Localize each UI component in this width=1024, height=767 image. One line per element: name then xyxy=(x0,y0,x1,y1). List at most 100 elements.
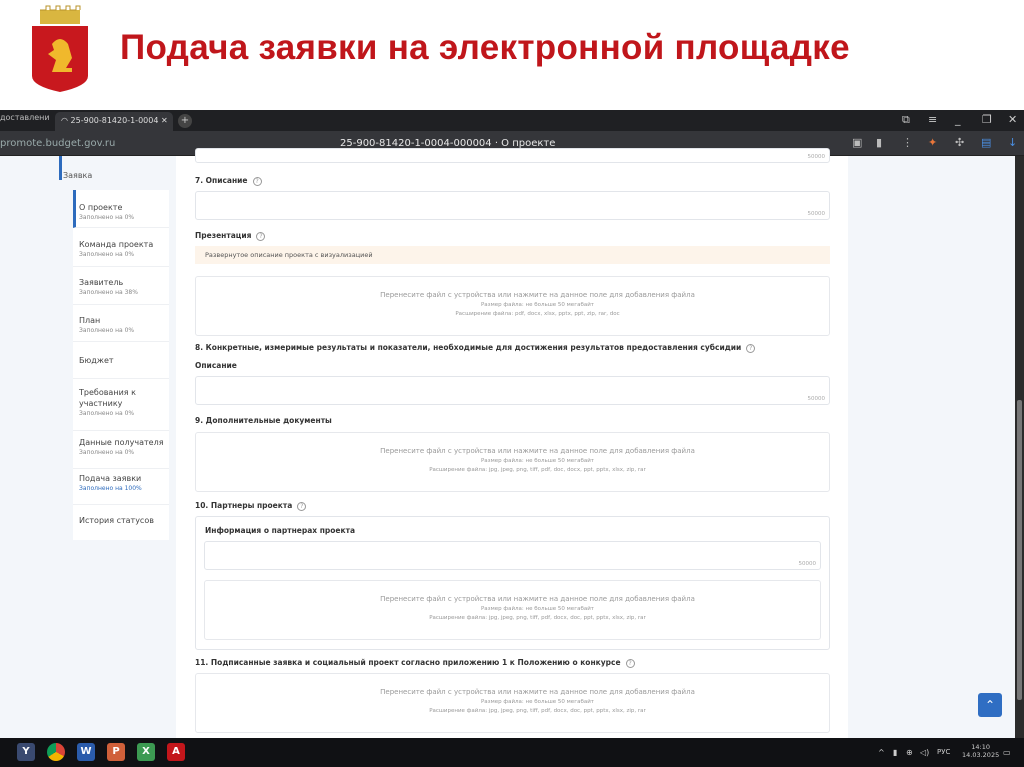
drop-size: Размер файла: не больше 50 мегабайт xyxy=(480,699,594,705)
powerpoint-icon[interactable]: P xyxy=(107,743,125,761)
char-counter: 50000 xyxy=(807,154,826,160)
sidebar-item-history[interactable]: История статусов xyxy=(73,505,169,540)
tab-label: 25-900-81420-1-0004 xyxy=(70,116,159,125)
drop-size: Размер файла: не больше 50 мегабайт xyxy=(480,302,594,308)
sidebar-item-requirements[interactable]: Требования к участнику Заполнено на 0% xyxy=(73,379,169,431)
drop-size: Размер файла: не больше 50 мегабайт xyxy=(480,606,594,612)
word-icon[interactable]: W xyxy=(77,743,95,761)
item-label: Бюджет xyxy=(79,356,114,365)
item-status: Заполнено на 0% xyxy=(79,449,135,456)
tab-active[interactable]: ◠ 25-900-81420-1-0004 ✕ xyxy=(55,112,173,131)
restore-icon[interactable]: ❐ xyxy=(982,113,992,126)
item-label: О проекте xyxy=(79,203,123,212)
label-text: 8. Конкретные, измеримые результаты и по… xyxy=(195,343,742,352)
item-status: Заполнено на 0% xyxy=(79,327,135,334)
item-label: Требования к участнику xyxy=(79,388,136,408)
document-icon[interactable]: ▤ xyxy=(981,136,991,149)
tray-expand-icon[interactable]: ^ xyxy=(878,748,885,757)
menu-icon[interactable]: ≡ xyxy=(928,113,937,126)
label-text: Презентация xyxy=(195,231,252,240)
scroll-to-top-button[interactable]: ⌃ xyxy=(978,693,1002,717)
partners-info-label: Информация о партнерах проекта xyxy=(205,526,356,535)
help-icon[interactable]: ? xyxy=(297,501,307,511)
section-9-label: 9. Дополнительные документы xyxy=(195,416,332,425)
results-textarea[interactable]: 50000 xyxy=(195,376,830,405)
sidebar-header[interactable]: Заявка xyxy=(63,171,92,180)
signed-application-dropzone[interactable]: Перенесите файл с устройства или нажмите… xyxy=(195,673,830,733)
microphone-icon[interactable]: ▮ xyxy=(893,748,897,757)
documents-dropzone[interactable]: Перенесите файл с устройства или нажмите… xyxy=(195,432,830,492)
slide-title: Подача заявки на электронной площадке xyxy=(120,28,850,67)
volume-icon[interactable]: ◁) xyxy=(920,748,929,757)
excel-icon[interactable]: X xyxy=(137,743,155,761)
clock[interactable]: 14:10 14.03.2025 xyxy=(962,743,999,759)
sidebar-item-recipient[interactable]: Данные получателя Заполнено на 0% xyxy=(73,431,169,469)
item-label: Команда проекта xyxy=(79,240,154,249)
item-label: Заявитель xyxy=(79,278,124,287)
item-status: Заполнено на 38% xyxy=(79,289,138,296)
drop-size: Размер файла: не больше 50 мегабайт xyxy=(480,458,594,464)
label-text: 11. Подписанные заявка и социальный прое… xyxy=(195,658,621,667)
drop-ext: Расширение файла: jpg, jpeg, png, tiff, … xyxy=(429,615,646,621)
sidebar-item-plan[interactable]: План Заполнено на 0% xyxy=(73,305,169,342)
help-icon[interactable]: ? xyxy=(256,231,266,241)
help-icon[interactable]: ? xyxy=(625,658,635,668)
sidebar-item-team[interactable]: Команда проекта Заполнено на 0% xyxy=(73,228,169,267)
chrome-icon[interactable] xyxy=(47,743,65,761)
drop-ext: Расширение файла: jpg, jpeg, png, tiff, … xyxy=(429,467,646,473)
label-text: 7. Описание xyxy=(195,176,248,185)
coat-of-arms-logo xyxy=(32,5,88,92)
bookmark-icon[interactable]: ▮ xyxy=(876,136,882,149)
item-label: Данные получателя xyxy=(79,438,164,447)
sidebar-item-budget[interactable]: Бюджет xyxy=(73,342,169,379)
acrobat-icon[interactable]: A xyxy=(167,743,185,761)
sidebar-nav: О проекте Заполнено на 0% Команда проекта… xyxy=(73,190,169,540)
drop-ext: Расширение файла: pdf, docx, xlsx, pptx,… xyxy=(455,311,620,317)
more-icon[interactable]: ⋮ xyxy=(902,136,913,149)
item-label: План xyxy=(79,316,101,325)
char-counter: 50000 xyxy=(798,561,817,567)
close-window-icon[interactable]: ✕ xyxy=(1008,113,1017,126)
presentation-label: Презентация? xyxy=(195,231,266,241)
sidebar-item-submission[interactable]: Подача заявки Заполнено на 100% xyxy=(73,469,169,505)
partners-textarea[interactable]: 50000 xyxy=(204,541,821,570)
puzzle-icon[interactable]: ✣ xyxy=(955,136,964,149)
loading-icon: ◠ xyxy=(61,116,71,125)
url-text[interactable]: promote.budget.gov.ru xyxy=(0,138,115,149)
help-icon[interactable]: ? xyxy=(746,343,756,353)
help-icon[interactable]: ? xyxy=(252,176,262,186)
scrollbar-thumb[interactable] xyxy=(1017,400,1022,700)
description-textarea[interactable]: 50000 xyxy=(195,191,830,220)
time: 14:10 xyxy=(971,743,990,751)
section-10-label: 10. Партнеры проекта? xyxy=(195,501,307,511)
presentation-hint: Развернутое описание проекта с визуализа… xyxy=(195,246,830,264)
sidebar-item-about[interactable]: О проекте Заполнено на 0% xyxy=(73,190,169,228)
item-status: Заполнено на 0% xyxy=(79,251,135,258)
previous-textarea[interactable]: 50000 xyxy=(195,148,830,163)
partners-dropzone[interactable]: Перенесите файл с устройства или нажмите… xyxy=(204,580,821,640)
language-indicator[interactable]: РУС xyxy=(937,748,950,756)
download-icon[interactable]: ↓ xyxy=(1008,136,1017,149)
minimize-icon[interactable]: _ xyxy=(955,113,961,126)
reader-icon[interactable]: ▣ xyxy=(852,136,862,149)
yandex-browser-icon[interactable]: Y xyxy=(17,743,35,761)
new-tab-button[interactable]: + xyxy=(178,114,192,128)
presentation-dropzone[interactable]: Перенесите файл с устройства или нажмите… xyxy=(195,276,830,336)
item-status: Заполнено на 100% xyxy=(79,485,142,492)
section-8-label: 8. Конкретные, измеримые результаты и по… xyxy=(195,343,756,353)
date: 14.03.2025 xyxy=(962,751,1000,759)
sidebar-active-indicator xyxy=(59,156,62,180)
section-7-label: 7. Описание? xyxy=(195,176,262,186)
tabs-icon[interactable]: ⧉ xyxy=(902,113,910,127)
char-counter: 50000 xyxy=(807,211,826,217)
network-icon[interactable]: ⊕ xyxy=(906,748,913,757)
sidebar-item-applicant[interactable]: Заявитель Заполнено на 38% xyxy=(73,267,169,305)
section-8-description-label: Описание xyxy=(195,361,237,370)
item-status: Заполнено на 0% xyxy=(79,214,135,221)
extension-icon[interactable]: ✦ xyxy=(928,136,937,149)
tab-previous[interactable]: доставлени xyxy=(0,113,50,122)
item-label: Подача заявки xyxy=(79,474,142,483)
notifications-icon[interactable]: ▭ xyxy=(1003,748,1011,757)
drop-text: Перенесите файл с устройства или нажмите… xyxy=(380,595,695,603)
close-tab-icon[interactable]: ✕ xyxy=(158,116,168,125)
